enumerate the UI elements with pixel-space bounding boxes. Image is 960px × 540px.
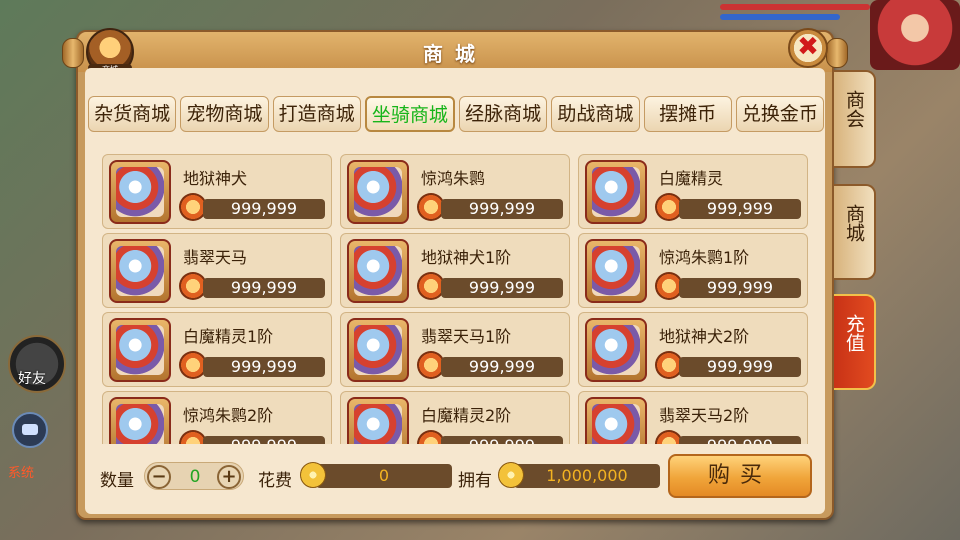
shop-item[interactable]: 白魔精灵1阶 999,999	[102, 312, 332, 387]
mount-scroll-icon	[347, 239, 409, 303]
item-name: 翡翠天马1阶	[421, 327, 512, 346]
item-price: 999,999	[441, 199, 563, 219]
tab-forge-shop[interactable]: 打造商城	[272, 96, 361, 132]
mount-scroll-icon	[585, 160, 647, 224]
side-tab-shop[interactable]: 商城	[834, 184, 876, 280]
shop-item[interactable]: 惊鸿朱鹮2阶 999,999	[102, 391, 332, 444]
item-price: 999,999	[679, 357, 801, 377]
side-tab-label: 商会	[843, 90, 865, 128]
shop-item[interactable]: 翡翠天马1阶 999,999	[340, 312, 570, 387]
friends-label: 好友	[18, 371, 46, 387]
mount-scroll-icon	[347, 397, 409, 444]
item-grid: 地狱神犬 999,999 惊鸿朱鹮 999,999 白魔精灵 999,999 翡…	[98, 150, 810, 444]
item-name: 地狱神犬2阶	[659, 327, 750, 346]
shop-item[interactable]: 地狱神犬1阶 999,999	[340, 233, 570, 308]
tab-assist-shop[interactable]: 助战商城	[551, 96, 640, 132]
shop-item[interactable]: 地狱神犬2阶 999,999	[578, 312, 808, 387]
player-avatar[interactable]	[870, 0, 960, 70]
shop-item[interactable]: 惊鸿朱鹮1阶 999,999	[578, 233, 808, 308]
gold-coin-icon	[498, 462, 524, 488]
item-price: 999,999	[203, 278, 325, 298]
side-tab-label: 充值	[843, 314, 865, 352]
item-name: 白魔精灵2阶	[421, 406, 512, 425]
item-price: 999,999	[203, 199, 325, 219]
item-price: 999,999	[441, 278, 563, 298]
item-name: 翡翠天马2阶	[659, 406, 750, 425]
item-name: 地狱神犬1阶	[421, 248, 512, 267]
side-tab-label: 商城	[843, 204, 865, 242]
category-tabs: 杂货商城 宠物商城 打造商城 坐骑商城 经脉商城 助战商城 摆摊币 兑换金币	[88, 96, 824, 132]
item-name: 白魔精灵	[659, 169, 724, 188]
quantity-value[interactable]: 0	[175, 467, 215, 487]
tab-pet-shop[interactable]: 宠物商城	[180, 96, 269, 132]
mount-scroll-icon	[109, 397, 171, 444]
status-bars	[720, 0, 870, 30]
side-tab-recharge[interactable]: 充值	[834, 294, 876, 390]
buy-button[interactable]: 购买	[668, 454, 812, 498]
owned-value: 1,000,000	[514, 464, 660, 488]
tab-general-shop[interactable]: 杂货商城	[88, 96, 177, 132]
tab-exchange-gold[interactable]: 兑换金币	[735, 96, 824, 132]
shop-item[interactable]: 地狱神犬 999,999	[102, 154, 332, 229]
item-price: 999,999	[679, 199, 801, 219]
item-name: 惊鸿朱鹮2阶	[183, 406, 274, 425]
page-title: 商城	[423, 42, 487, 66]
shop-item[interactable]: 翡翠天马2阶 999,999	[578, 391, 808, 444]
cost-label: 花费	[258, 471, 292, 491]
minus-button[interactable]: −	[147, 465, 171, 489]
side-tab-guild[interactable]: 商会	[834, 70, 876, 168]
cost-value: 0	[316, 464, 452, 488]
tab-stall-coin[interactable]: 摆摊币	[643, 96, 732, 132]
close-button[interactable]: ✖	[788, 28, 828, 68]
item-price: 999,999	[679, 436, 801, 444]
title-bar: 商城	[62, 32, 848, 72]
mount-scroll-icon	[585, 239, 647, 303]
item-price: 999,999	[441, 357, 563, 377]
gold-coin-icon	[300, 462, 326, 488]
item-name: 地狱神犬	[183, 169, 248, 188]
shop-item[interactable]: 翡翠天马 999,999	[102, 233, 332, 308]
mount-scroll-icon	[585, 397, 647, 444]
item-price: 999,999	[441, 436, 563, 444]
quantity-stepper: − 0 +	[144, 462, 244, 490]
mount-scroll-icon	[109, 160, 171, 224]
mount-scroll-icon	[347, 318, 409, 382]
quantity-label: 数量	[100, 471, 134, 491]
chat-icon[interactable]	[12, 412, 48, 448]
owned-label: 拥有	[458, 471, 492, 491]
mount-scroll-icon	[109, 239, 171, 303]
item-name: 惊鸿朱鹮	[421, 169, 486, 188]
mount-scroll-icon	[585, 318, 647, 382]
item-price: 999,999	[203, 357, 325, 377]
shop-item[interactable]: 白魔精灵2阶 999,999	[340, 391, 570, 444]
item-name: 翡翠天马	[183, 248, 248, 267]
shop-item[interactable]: 惊鸿朱鹮 999,999	[340, 154, 570, 229]
tab-meridian-shop[interactable]: 经脉商城	[459, 96, 548, 132]
item-price: 999,999	[679, 278, 801, 298]
system-chat-text: 系统	[8, 466, 35, 481]
mount-scroll-icon	[347, 160, 409, 224]
item-name: 惊鸿朱鹮1阶	[659, 248, 750, 267]
plus-button[interactable]: +	[217, 465, 241, 489]
item-name: 白魔精灵1阶	[183, 327, 274, 346]
mount-scroll-icon	[109, 318, 171, 382]
item-price: 999,999	[203, 436, 325, 444]
tab-mount-shop[interactable]: 坐骑商城	[364, 96, 455, 132]
shop-item[interactable]: 白魔精灵 999,999	[578, 154, 808, 229]
